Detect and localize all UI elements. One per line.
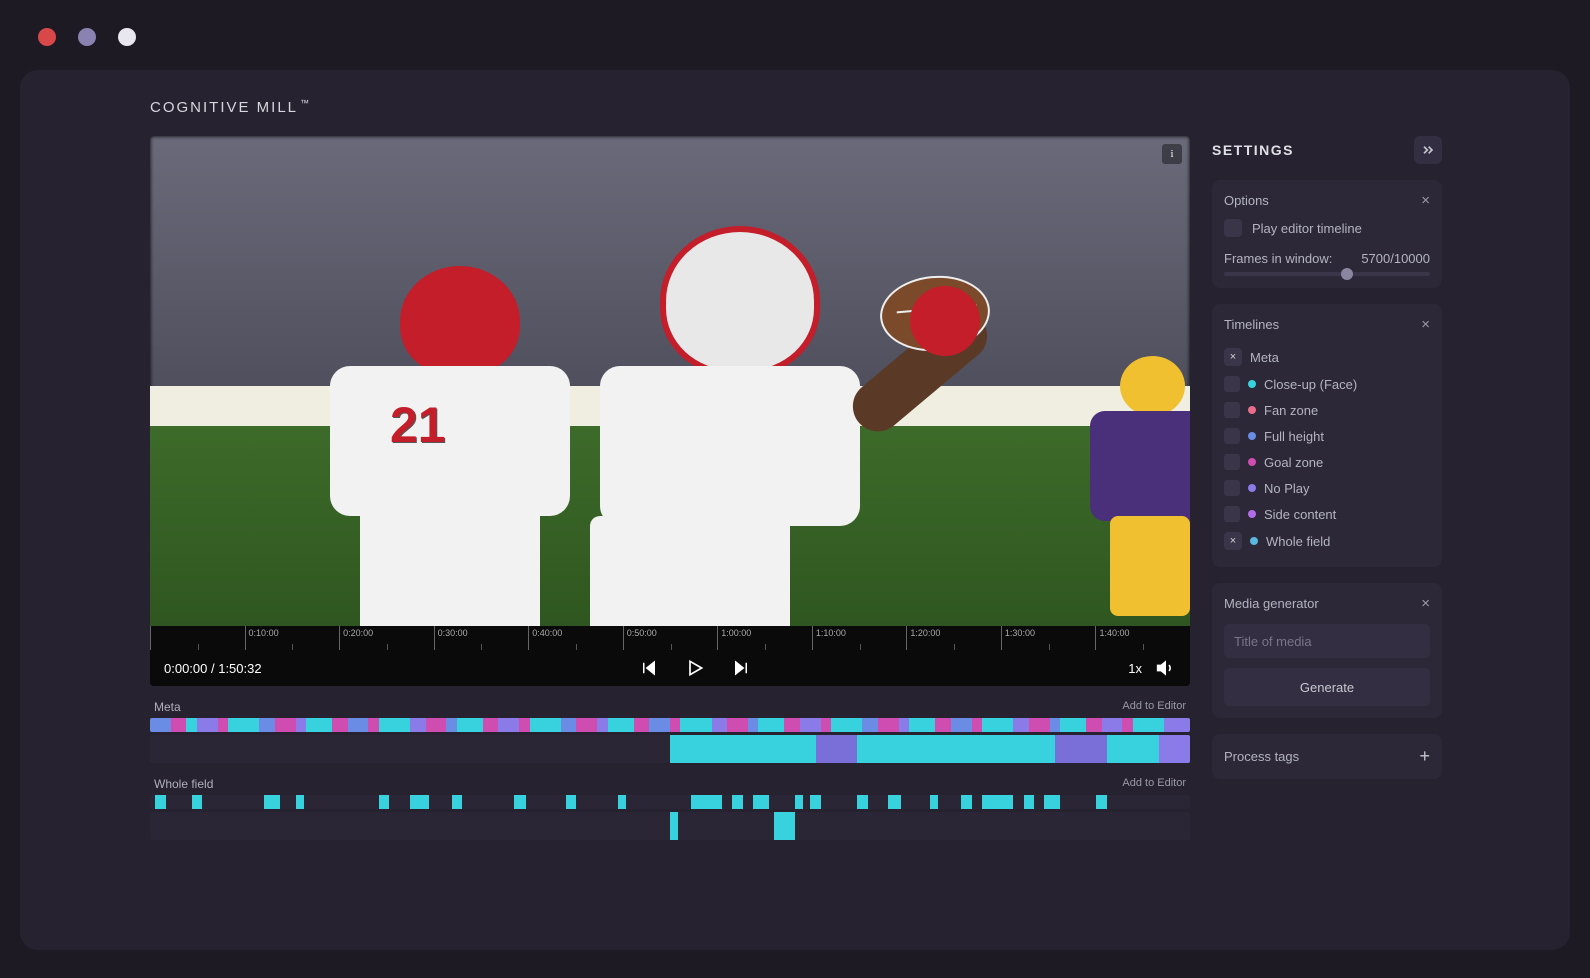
panel-title: Options	[1224, 193, 1269, 208]
remove-icon[interactable]: ×	[1224, 348, 1242, 366]
color-dot-icon	[1248, 380, 1256, 388]
settings-title: SETTINGS	[1212, 142, 1294, 158]
track-label: Meta	[154, 700, 181, 714]
color-dot-icon	[1248, 406, 1256, 414]
window-controls	[0, 0, 1590, 46]
play-timeline-toggle[interactable]: Play editor timeline	[1224, 219, 1430, 237]
color-dot-icon	[1248, 484, 1256, 492]
process-tags-panel: Process tags +	[1212, 734, 1442, 779]
add-to-editor-button[interactable]: Add to Editor	[1122, 700, 1186, 714]
skip-prev-button[interactable]	[639, 658, 659, 678]
panel-title: Process tags	[1224, 749, 1299, 764]
playback-speed[interactable]: 1x	[1128, 661, 1142, 676]
timeline-item[interactable]: ×Whole field	[1224, 527, 1432, 555]
checkbox-icon[interactable]	[1224, 480, 1240, 496]
color-dot-icon	[1248, 458, 1256, 466]
video-player: i 0:10:000:20:000:30:000:40:000:50:001:0…	[150, 136, 1190, 686]
timelines-panel: Timelines × ×MetaClose-up (Face)Fan zone…	[1212, 304, 1442, 567]
media-title-input[interactable]	[1224, 624, 1430, 658]
timeline-item[interactable]: Full height	[1224, 423, 1432, 449]
collapse-settings-button[interactable]	[1414, 136, 1442, 164]
options-panel: Options × Play editor timeline Frames in…	[1212, 180, 1442, 288]
settings-column: SETTINGS Options × Play editor timeline …	[1212, 136, 1442, 926]
editor-column: i 0:10:000:20:000:30:000:40:000:50:001:0…	[150, 136, 1190, 926]
frames-label: Frames in window:	[1224, 251, 1332, 266]
color-dot-icon	[1248, 432, 1256, 440]
remove-icon[interactable]: ×	[1224, 532, 1242, 550]
color-dot-icon	[1248, 510, 1256, 518]
window-close-dot[interactable]	[38, 28, 56, 46]
app-frame: COGNITIVE MILL™ i 0:10:000:20:000:30:000…	[20, 70, 1570, 950]
volume-icon[interactable]	[1156, 658, 1176, 678]
close-icon[interactable]: ×	[1421, 316, 1430, 333]
checkbox-icon[interactable]	[1224, 428, 1240, 444]
add-to-editor-button[interactable]: Add to Editor	[1122, 777, 1186, 791]
track-meta-lane-2[interactable]	[150, 735, 1190, 763]
timeline-item[interactable]: No Play	[1224, 475, 1432, 501]
brand-logo: COGNITIVE MILL™	[20, 98, 1570, 136]
info-icon[interactable]: i	[1162, 144, 1182, 164]
checkbox-icon[interactable]	[1224, 506, 1240, 522]
close-icon[interactable]: ×	[1421, 595, 1430, 612]
add-icon[interactable]: +	[1419, 746, 1430, 767]
skip-next-button[interactable]	[731, 658, 751, 678]
close-icon[interactable]: ×	[1421, 192, 1430, 209]
timeline-item[interactable]: Fan zone	[1224, 397, 1432, 423]
timeline-item[interactable]: Goal zone	[1224, 449, 1432, 475]
track-label: Whole field	[154, 777, 213, 791]
color-dot-icon	[1250, 537, 1258, 545]
checkbox-icon[interactable]	[1224, 376, 1240, 392]
checkbox-icon[interactable]	[1224, 454, 1240, 470]
timelines-list[interactable]: ×MetaClose-up (Face)Fan zoneFull heightG…	[1224, 343, 1438, 555]
playback-bar: 0:00:00 / 1:50:32 1x	[150, 650, 1190, 686]
timeline-item[interactable]: Side content	[1224, 501, 1432, 527]
media-generator-panel: Media generator × Generate	[1212, 583, 1442, 718]
frames-value: 5700/10000	[1361, 251, 1430, 266]
video-canvas[interactable]: i	[150, 136, 1190, 626]
track-whole-field: Whole field Add to Editor	[150, 775, 1190, 840]
generate-button[interactable]: Generate	[1224, 668, 1430, 706]
timeline-group[interactable]: ×Meta	[1224, 343, 1432, 371]
window-minimize-dot[interactable]	[78, 28, 96, 46]
checkbox-icon[interactable]	[1224, 402, 1240, 418]
time-display: 0:00:00 / 1:50:32	[164, 661, 262, 676]
track-wholefield-lane-1[interactable]	[150, 795, 1190, 809]
track-wholefield-lane-2[interactable]	[150, 812, 1190, 840]
timeline-item[interactable]: Close-up (Face)	[1224, 371, 1432, 397]
play-button[interactable]	[685, 658, 705, 678]
track-meta-lane-1[interactable]	[150, 718, 1190, 732]
window-maximize-dot[interactable]	[118, 28, 136, 46]
checkbox-icon[interactable]	[1224, 219, 1242, 237]
timeline-ruler[interactable]: 0:10:000:20:000:30:000:40:000:50:001:00:…	[150, 626, 1190, 650]
panel-title: Timelines	[1224, 317, 1279, 332]
panel-title: Media generator	[1224, 596, 1319, 611]
track-meta: Meta Add to Editor	[150, 698, 1190, 763]
frames-slider[interactable]	[1224, 272, 1430, 276]
